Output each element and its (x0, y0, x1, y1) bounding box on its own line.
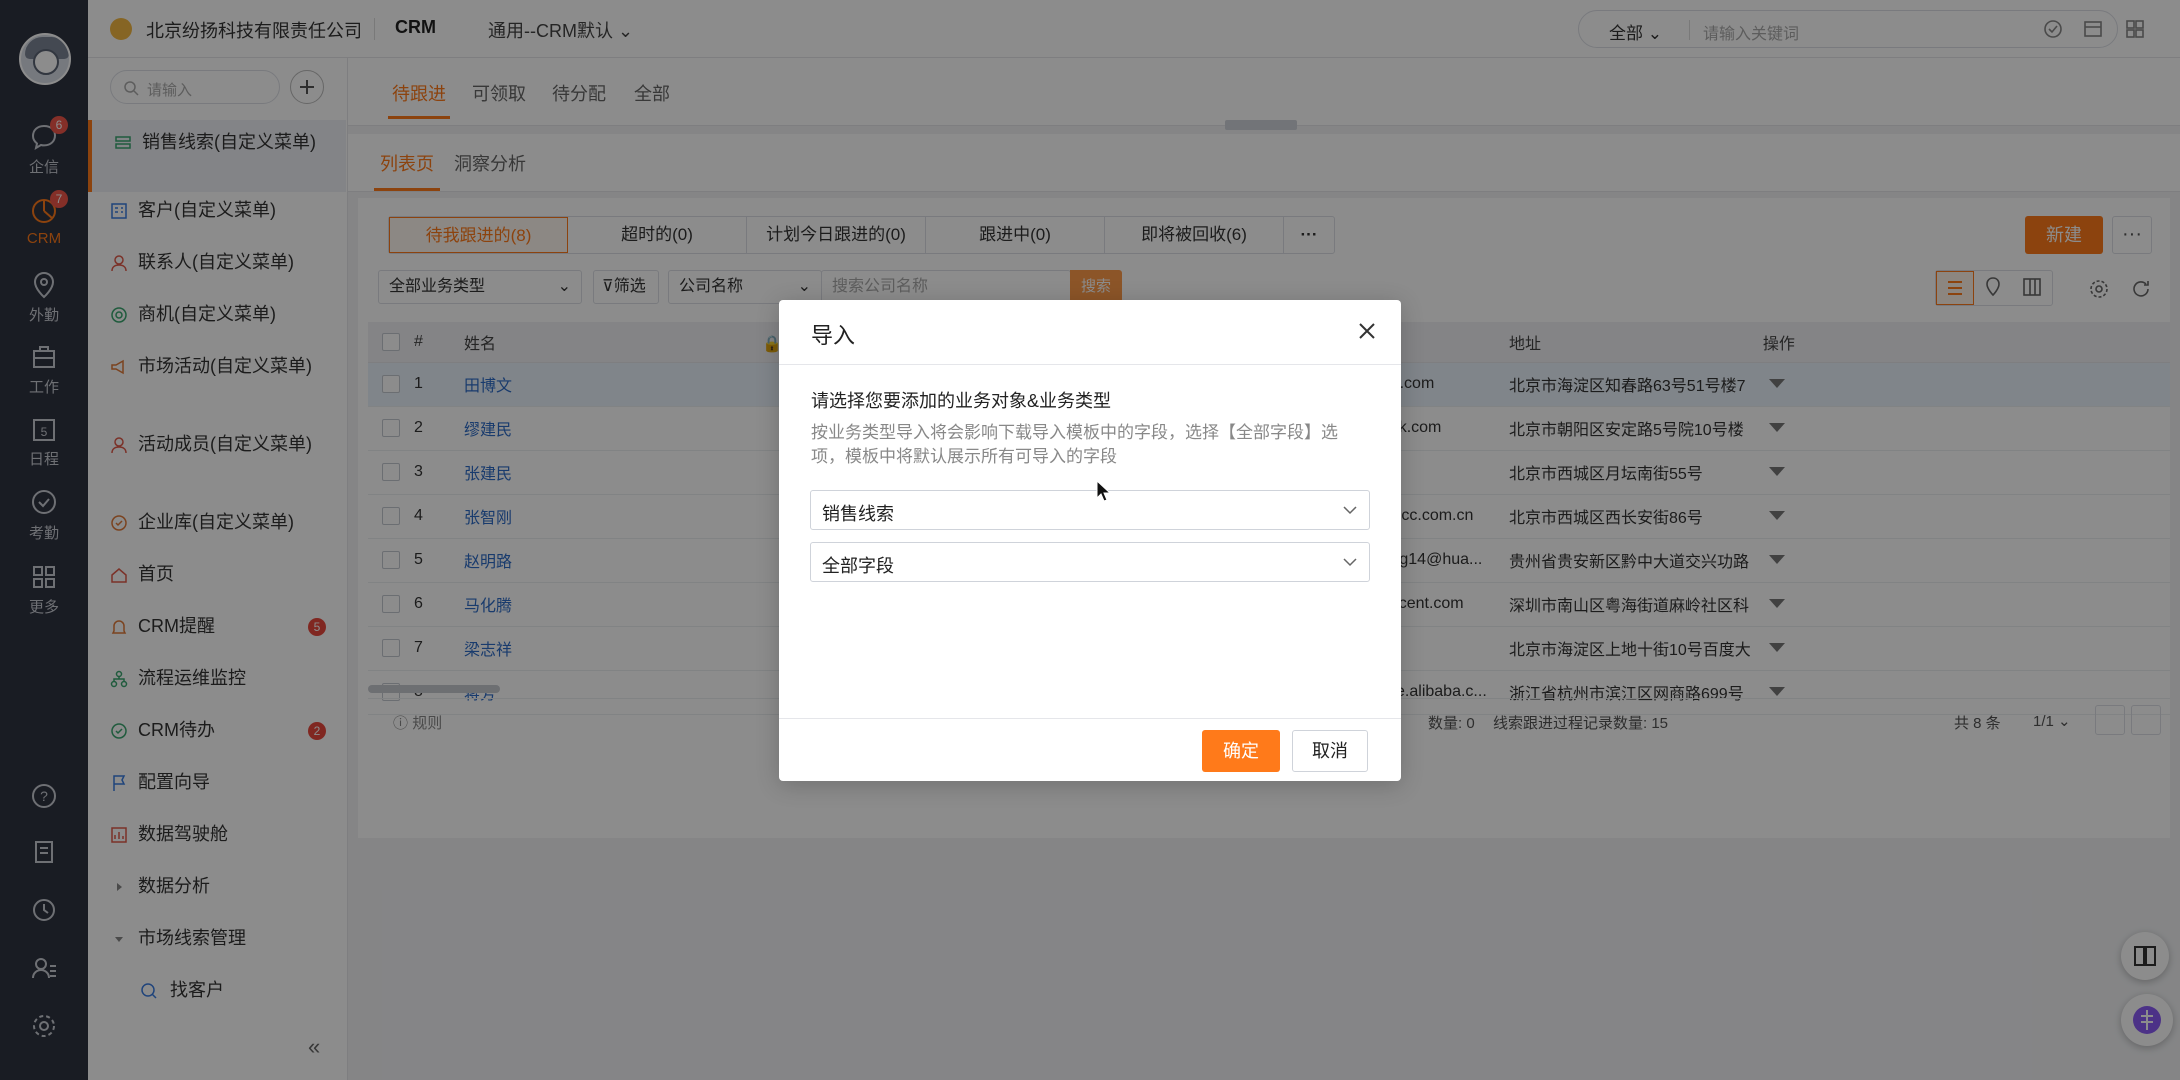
field-select-value: 全部字段 (822, 556, 894, 576)
dialog-title: 导入 (811, 323, 856, 348)
cancel-button[interactable]: 取消 (1292, 730, 1368, 772)
object-select-value: 销售线索 (822, 504, 894, 524)
divider (779, 364, 1401, 365)
import-dialog: 导入 请选择您要添加的业务对象&业务类型 按业务类型导入将会影响下载导入模板中的… (779, 300, 1401, 781)
chevron-down-icon (1343, 558, 1357, 567)
dialog-hint: 按业务类型导入将会影响下载导入模板中的字段，选择【全部字段】选项，模板中将默认展… (811, 423, 1338, 466)
chevron-down-icon (1343, 506, 1357, 515)
close-button[interactable] (1350, 314, 1384, 348)
mouse-cursor-icon (1096, 480, 1112, 502)
object-select[interactable]: 销售线索 (810, 490, 1370, 530)
close-icon (1359, 323, 1375, 339)
field-select[interactable]: 全部字段 (810, 542, 1370, 582)
divider (779, 718, 1401, 719)
dialog-question: 请选择您要添加的业务对象&业务类型 (811, 391, 1112, 411)
confirm-button[interactable]: 确定 (1202, 730, 1280, 772)
